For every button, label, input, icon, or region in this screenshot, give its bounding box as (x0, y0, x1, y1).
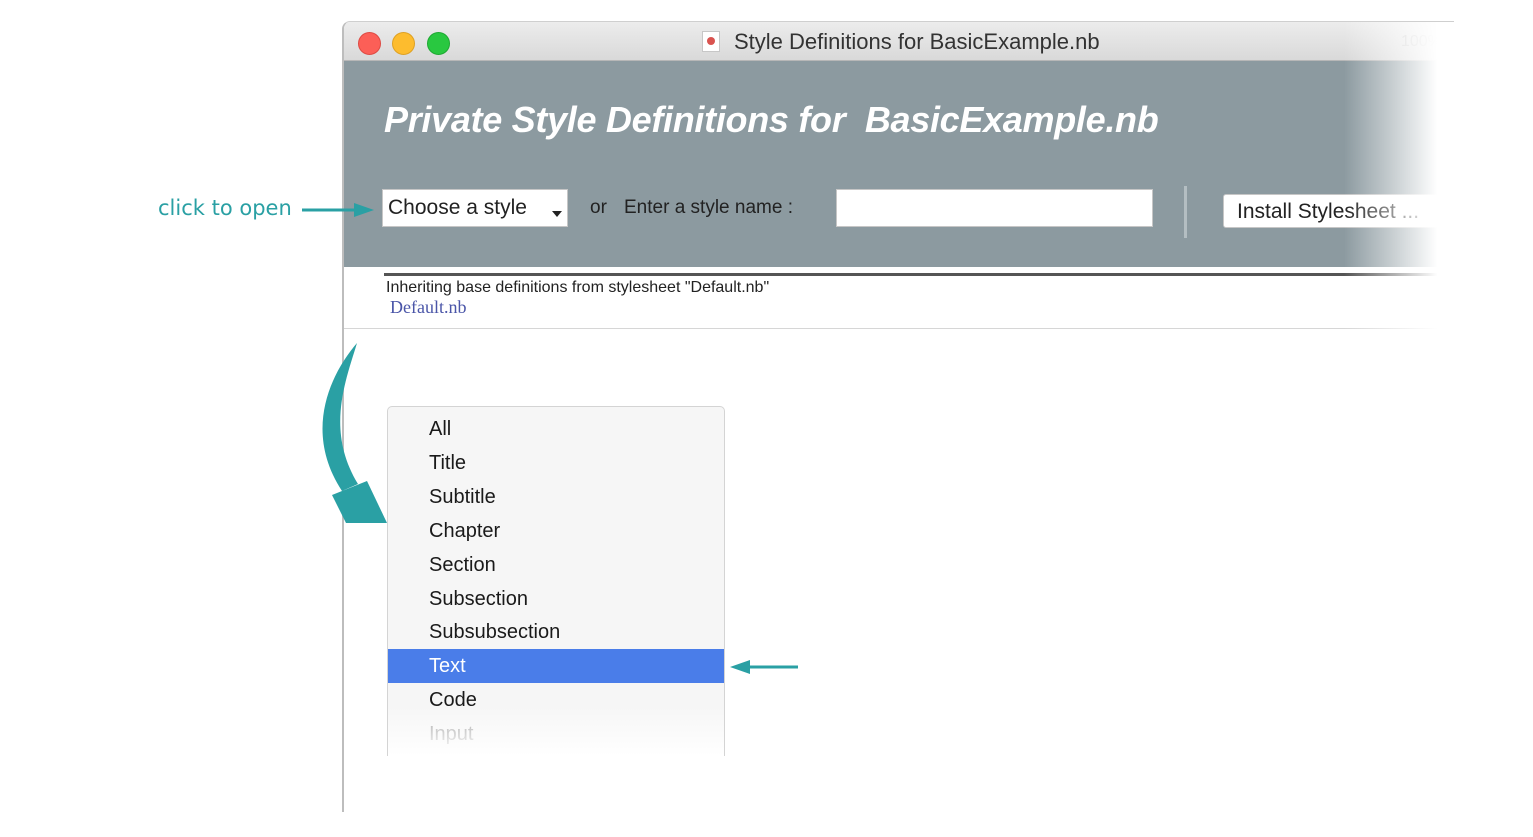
dropdown-caret-icon (552, 211, 562, 217)
style-dropdown-menu: All Title Subtitle Chapter Section Subsection… (387, 406, 725, 756)
inheriting-base-text: Inheriting base definitions from stylesh… (386, 279, 770, 296)
private-style-heading: Private Style Definitions for BasicExamp… (384, 99, 1159, 140)
menu-item-text[interactable]: Text (388, 649, 724, 684)
zoom-level: 100% (1401, 33, 1442, 50)
title-bar: Style Definitions for BasicExample.nb 10… (344, 22, 1454, 61)
enter-style-name-label: Enter a style name : (624, 197, 793, 218)
menu-item-all[interactable]: All (388, 412, 724, 446)
window-title: Style Definitions for BasicExample.nb (734, 29, 1100, 54)
menu-item-subsubsection[interactable]: Subsubsection (388, 615, 724, 649)
menu-item-subtitle[interactable]: Subtitle (388, 480, 724, 514)
install-stylesheet-button[interactable]: Install Stylesheet ... (1223, 194, 1454, 228)
menu-item-title[interactable]: Title (388, 446, 724, 480)
menu-item-chapter[interactable]: Chapter (388, 514, 724, 548)
install-stylesheet-label: Install Stylesheet ... (1237, 200, 1420, 223)
menu-item-section[interactable]: Section (388, 548, 724, 582)
notebook-document-icon (702, 31, 720, 52)
cell-bracket-line (344, 328, 1454, 329)
menu-item-code[interactable]: Code (388, 683, 724, 717)
menu-item-input[interactable]: Input (388, 717, 724, 751)
close-window-button[interactable] (358, 32, 381, 55)
header-separator (1184, 186, 1187, 238)
click-to-open-annotation: click to open (158, 196, 292, 220)
or-label: or (590, 197, 607, 218)
minimize-window-button[interactable] (392, 32, 415, 55)
choose-style-dropdown[interactable]: Choose a style (382, 189, 568, 227)
stylesheet-header-panel: Private Style Definitions for BasicExamp… (344, 61, 1454, 267)
menu-item-subsection[interactable]: Subsection (388, 582, 724, 616)
default-nb-link[interactable]: Default.nb (390, 297, 466, 318)
choose-style-label: Choose a style (388, 196, 527, 219)
maximize-window-button[interactable] (427, 32, 450, 55)
cell-divider (384, 273, 1454, 276)
style-name-input[interactable] (836, 189, 1153, 227)
